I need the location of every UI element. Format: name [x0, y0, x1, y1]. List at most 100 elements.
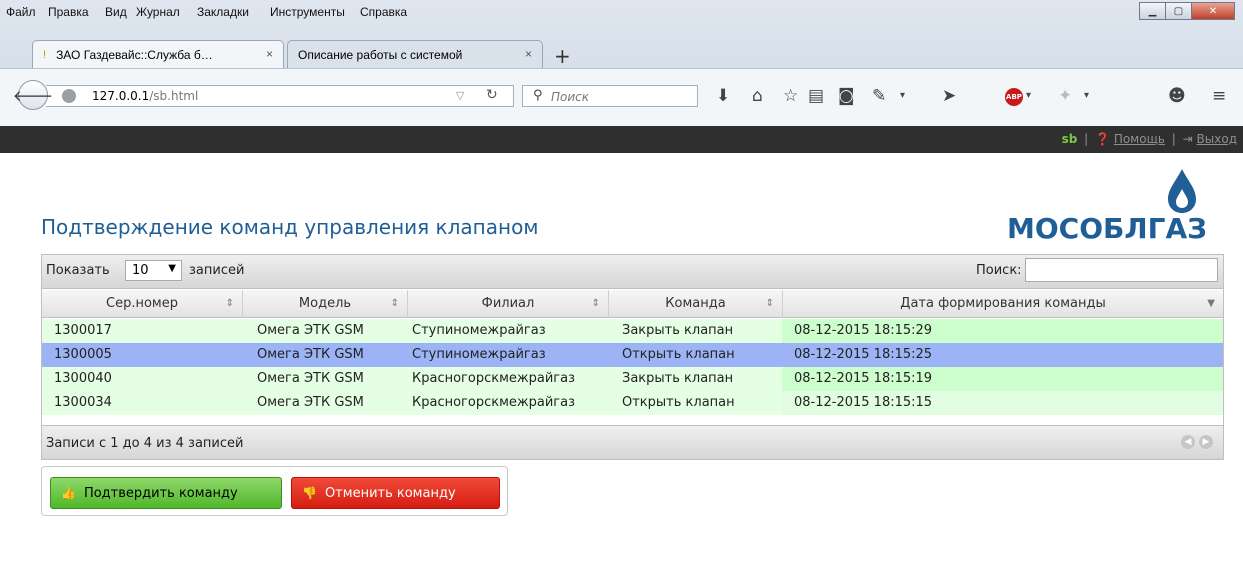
cell-model: Омега ЭТК GSM [257, 323, 364, 338]
sort-icon: ⇕ [225, 298, 234, 309]
home-icon[interactable]: ⌂ [752, 86, 763, 106]
page-title: Подтверждение команд управления клапаном [41, 215, 539, 239]
extension-dropdown-icon[interactable]: ▾ [1084, 90, 1089, 101]
maximize-button[interactable]: ▢ [1165, 2, 1192, 20]
next-page-icon[interactable]: ▶ [1199, 435, 1213, 449]
length-suffix: записей [189, 263, 245, 278]
menu-view[interactable]: Вид [105, 5, 127, 19]
table-info: Записи с 1 до 4 из 4 записей [46, 436, 244, 451]
download-icon[interactable]: ⬇ [716, 86, 730, 106]
username[interactable]: sb [1062, 132, 1078, 146]
table-toolbar: Показать 10 ▼ записей Поиск: [42, 255, 1223, 289]
table-row[interactable]: 1300017 Омега ЭТК GSM Ступиномежрайгаз З… [42, 319, 1223, 343]
column-date[interactable]: Дата формирования команды ▼ [783, 290, 1223, 318]
pocket-icon[interactable]: ◙ [838, 86, 855, 106]
logout-icon: ⇥ [1182, 132, 1193, 146]
menu-tools[interactable]: Инструменты [270, 5, 345, 19]
hamburger-menu-icon[interactable]: ≡ [1212, 86, 1226, 106]
menu-help[interactable]: Справка [360, 5, 407, 19]
eyedropper-icon[interactable]: ✎ [872, 86, 886, 106]
sort-icon: ⇕ [390, 298, 399, 309]
cell-date: 08-12-2015 18:15:15 [794, 395, 933, 410]
table-row-selected[interactable]: 1300005 Омега ЭТК GSM Ступиномежрайгаз О… [42, 343, 1223, 367]
menu-history[interactable]: Журнал [136, 5, 180, 19]
menu-edit[interactable]: Правка [48, 5, 89, 19]
cancel-command-button[interactable]: 👎 Отменить команду [291, 477, 500, 509]
confirm-command-button[interactable]: 👍 Подтвердить команду [50, 477, 282, 509]
new-tab-button[interactable]: + [554, 44, 571, 68]
commands-table: Показать 10 ▼ записей Поиск: Сер.номер ⇕ … [41, 254, 1224, 460]
chevron-down-icon: ▼ [168, 263, 176, 274]
separator: | [1171, 132, 1176, 146]
pagination: ◀ ▶ [1181, 435, 1213, 449]
url-dropdown-icon[interactable]: ▽ [456, 89, 464, 102]
back-arrow-icon: 🡐 [12, 86, 54, 105]
table-row[interactable]: 1300034 Омега ЭТК GSM Красногорскмежрайг… [42, 391, 1223, 415]
table-search-input[interactable] [1025, 258, 1218, 282]
cell-serial: 1300034 [54, 395, 112, 410]
url-text: 127.0.0.1/sb.html [92, 89, 199, 103]
sort-icon: ⇕ [591, 298, 600, 309]
cell-command: Открыть клапан [622, 347, 735, 362]
window-controls: ▁ ▢ ✕ [1139, 2, 1235, 20]
cell-date: 08-12-2015 18:15:19 [794, 371, 933, 386]
cell-model: Омега ЭТК GSM [257, 371, 364, 386]
adblock-icon[interactable]: ABP [1005, 88, 1023, 106]
url-bar[interactable]: 127.0.0.1/sb.html ▽ ↻ [46, 85, 514, 107]
page-length-select[interactable]: 10 ▼ [125, 260, 182, 281]
adblock-dropdown-icon[interactable]: ▾ [1026, 90, 1031, 101]
send-icon[interactable]: ➤ [942, 86, 956, 106]
tab-title: Описание работы с системой [298, 47, 463, 62]
search-label: Поиск: [976, 263, 1022, 278]
table-header: Сер.номер ⇕ Модель ⇕ Филиал ⇕ Команда ⇕ Дата… [42, 290, 1223, 318]
tab-gazdevice[interactable]: ! ЗАО Газдевайс::Служба б… × [32, 40, 284, 68]
logout-link[interactable]: Выход [1197, 132, 1237, 146]
thumbs-down-icon: 👎 [302, 486, 317, 500]
cell-serial: 1300040 [54, 371, 112, 386]
sort-desc-icon: ▼ [1207, 298, 1215, 309]
user-links: sb | ❓ Помощь | ⇥ Выход [1062, 132, 1237, 146]
tab-close-icon[interactable]: × [266, 47, 273, 61]
app-topbar: sb | ❓ Помощь | ⇥ Выход [0, 126, 1243, 153]
reload-icon[interactable]: ↻ [486, 87, 498, 103]
tab-description[interactable]: Описание работы с системой × [287, 40, 543, 68]
cell-model: Омега ЭТК GSM [257, 347, 364, 362]
help-icon: ❓ [1095, 132, 1110, 146]
column-branch[interactable]: Филиал ⇕ [408, 290, 609, 318]
browser-search-input[interactable]: ⚲ Поиск [522, 85, 698, 107]
page-length-value: 10 [132, 263, 149, 278]
cell-branch: Ступиномежрайгаз [412, 347, 546, 362]
help-link[interactable]: Помощь [1114, 132, 1165, 146]
browser-chrome: Файл Правка Вид Журнал Закладки Инструме… [0, 0, 1243, 126]
cancel-label: Отменить команду [324, 485, 456, 501]
cell-command: Закрыть клапан [622, 371, 734, 386]
cell-branch: Красногорскмежрайгаз [412, 395, 575, 410]
back-button[interactable]: 🡐 [13, 80, 53, 110]
column-command[interactable]: Команда ⇕ [609, 290, 783, 318]
cell-model: Омега ЭТК GSM [257, 395, 364, 410]
confirm-label: Подтвердить команду [83, 485, 238, 501]
cell-date: 08-12-2015 18:15:29 [794, 323, 933, 338]
close-window-button[interactable]: ✕ [1191, 2, 1235, 20]
minimize-button[interactable]: ▁ [1139, 2, 1166, 20]
chat-icon[interactable]: ☻ [1168, 86, 1186, 106]
cell-branch: Красногорскмежрайгаз [412, 371, 575, 386]
prev-page-icon[interactable]: ◀ [1181, 435, 1195, 449]
tab-close-icon[interactable]: × [525, 47, 532, 61]
cell-command: Закрыть клапан [622, 323, 734, 338]
menu-file[interactable]: Файл [6, 5, 36, 19]
bookmark-star-icon[interactable]: ☆ [783, 86, 798, 106]
dropdown-arrow-icon[interactable]: ▾ [900, 90, 905, 101]
bookmarks-menu-icon[interactable]: ▤ [808, 86, 824, 106]
tab-favicon-icon: ! [43, 48, 47, 61]
extension-icon[interactable]: ✦ [1058, 86, 1072, 106]
column-model[interactable]: Модель ⇕ [243, 290, 408, 318]
table-footer: Записи с 1 до 4 из 4 записей ◀ ▶ [42, 425, 1223, 459]
thumbs-up-icon: 👍 [61, 486, 76, 500]
logo-text: МОСОБЛГАЗ [1007, 212, 1208, 245]
cell-branch: Ступиномежрайгаз [412, 323, 546, 338]
column-serial[interactable]: Сер.номер ⇕ [42, 290, 243, 318]
actions-panel: 👍 Подтвердить команду 👎 Отменить команду [41, 466, 508, 516]
menu-bookmarks[interactable]: Закладки [197, 5, 249, 19]
table-row[interactable]: 1300040 Омега ЭТК GSM Красногорскмежрайг… [42, 367, 1223, 391]
